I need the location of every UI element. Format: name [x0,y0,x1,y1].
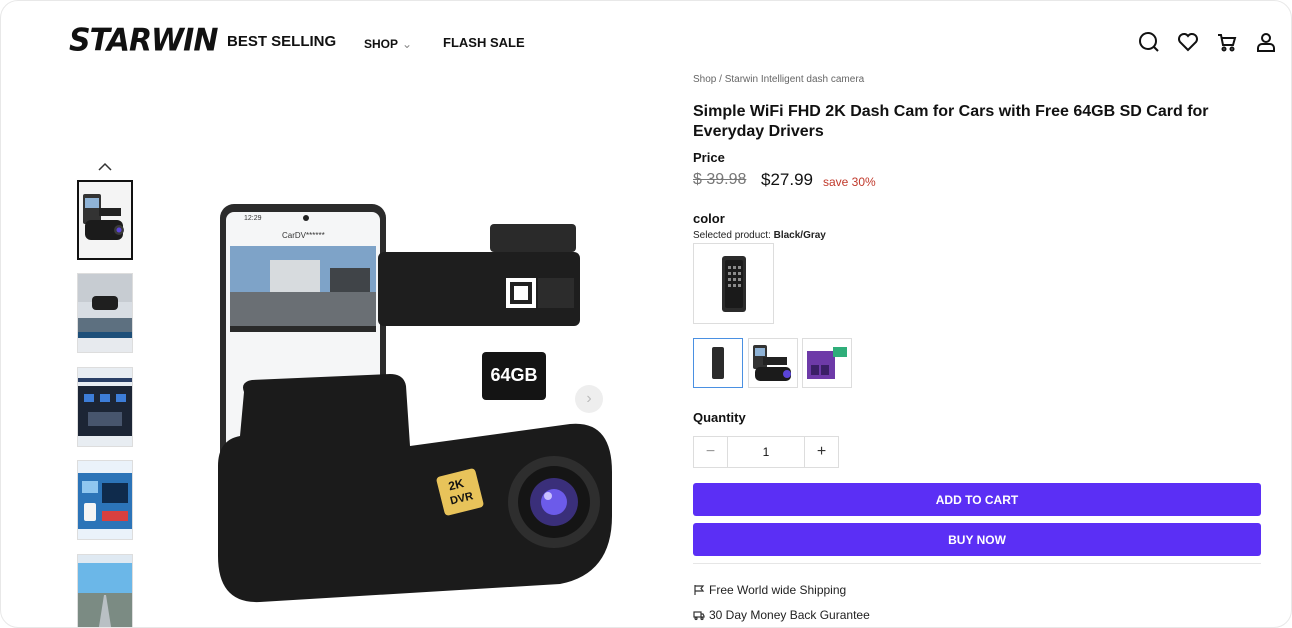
thumbnail-1[interactable] [77,180,133,260]
quantity-label: Quantity [693,410,746,425]
variant-swatch-2-image [753,345,791,381]
money-back-perk-text: 30 Day Money Back Gurantee [709,608,870,622]
shipping-perk-text: Free World wide Shipping [709,583,847,597]
selected-variant-preview [693,243,774,324]
thumbnail-3-image [78,368,132,446]
variant-swatch-black-gray[interactable] [693,338,743,388]
site-logo[interactable]: STARWIN [69,25,218,57]
quantity-stepper: − 1 + [693,436,839,468]
original-price: $ 39.98 [693,171,747,188]
color-label: color [693,211,725,226]
product-main-image: 12:29 CarDV****** 64GB 2K DVR [218,204,612,603]
price-label: Price [693,150,725,165]
thumbnail-5-image [78,555,132,628]
phone-app-name: CarDV****** [282,231,325,240]
search-icon[interactable] [1137,30,1161,54]
selected-product: Selected product: Black/Gray [693,230,826,241]
variant-swatch-2[interactable] [748,338,798,388]
sale-price: $27.99 [761,170,813,189]
selected-product-label: Selected product: [693,230,771,241]
thumbnail-3[interactable] [77,367,133,447]
thumbnail-5[interactable] [77,554,133,628]
thumbnail-4-image [78,461,132,539]
buy-now-button[interactable]: BUY NOW [693,523,1261,556]
quantity-input[interactable]: 1 [727,437,805,467]
selected-product-value: Black/Gray [773,230,826,241]
divider [693,563,1261,564]
image-next-arrow-icon[interactable]: › [575,385,603,413]
truck-icon [693,611,705,621]
quantity-decrease-button[interactable]: − [694,437,727,467]
phone-time: 12:29 [244,215,262,222]
variant-swatch-3[interactable] [802,338,852,388]
heart-icon[interactable] [1176,30,1200,54]
cart-icon[interactable] [1215,30,1239,54]
thumbnail-4[interactable] [77,460,133,540]
thumbnail-1-image [79,182,131,258]
user-icon[interactable] [1254,30,1278,54]
nav-shop-label: SHOP [364,37,399,51]
sd-card-label: 64GB [490,365,537,385]
site-header: STARWIN BEST SELLING SHOP ⌄ FLASH SALE [0,0,1292,82]
breadcrumb[interactable]: Shop / Starwin Intelligent dash camera [693,74,864,85]
thumbnail-2-image [78,274,132,352]
chevron-down-icon: ⌄ [402,37,413,51]
shipping-perk: Free World wide Shipping [693,583,846,597]
flag-icon [694,585,705,595]
nav-flash-sale[interactable]: FLASH SALE [443,35,525,51]
money-back-perk: 30 Day Money Back Gurantee [693,608,870,622]
thumbnails-up-arrow-icon[interactable] [97,160,113,174]
product-title: Simple WiFi FHD 2K Dash Cam for Cars wit… [693,103,1209,140]
variant-preview-image [722,256,746,312]
variant-swatch-3-image [807,347,847,379]
add-to-cart-button[interactable]: ADD TO CART [693,483,1261,516]
thumbnail-2[interactable] [77,273,133,353]
variant-swatch-1-image [712,347,724,379]
nav-best-selling[interactable]: BEST SELLING [227,34,336,50]
nav-shop[interactable]: SHOP ⌄ [364,36,412,52]
discount-badge: save 30% [823,175,876,189]
quantity-increase-button[interactable]: + [805,437,838,467]
